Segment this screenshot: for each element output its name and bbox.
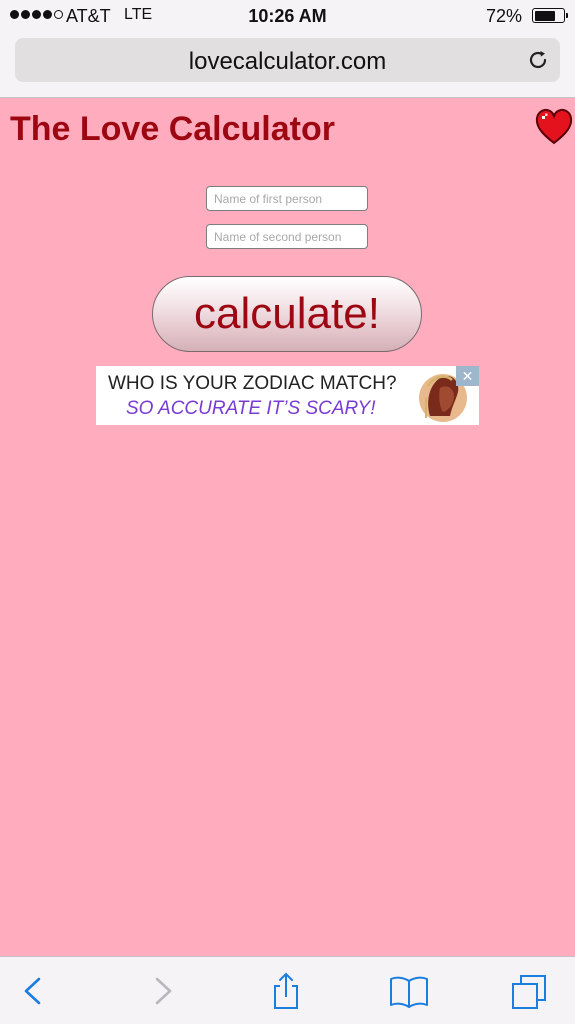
ad-headline: WHO IS YOUR ZODIAC MATCH? — [108, 373, 397, 394]
battery-percent: 72% — [485, 6, 522, 26]
browser-toolbar — [0, 956, 575, 1024]
bookmarks-icon[interactable] — [389, 971, 429, 1011]
share-icon[interactable] — [266, 971, 306, 1011]
forward-icon[interactable] — [142, 971, 182, 1011]
second-person-name-input[interactable] — [206, 224, 368, 249]
page-content: The Love Calculator calculate! WHO IS YO… — [0, 98, 575, 956]
browser-address-area: lovecalculator.com — [0, 32, 575, 98]
ad-close-button[interactable]: ✕ — [456, 366, 479, 386]
first-person-name-input[interactable] — [206, 186, 368, 211]
calculate-button[interactable]: calculate! — [152, 276, 422, 352]
url-text[interactable]: lovecalculator.com — [15, 48, 560, 76]
reload-icon[interactable] — [526, 48, 550, 72]
zodiac-ad-banner[interactable]: WHO IS YOUR ZODIAC MATCH? SO ACCURATE IT… — [96, 366, 479, 425]
address-bar[interactable]: lovecalculator.com — [15, 38, 560, 82]
back-icon[interactable] — [14, 971, 54, 1011]
page-title: The Love Calculator — [10, 110, 335, 148]
heart-icon — [535, 108, 573, 145]
battery-icon — [532, 8, 568, 23]
ad-tagline: SO ACCURATE IT’S SCARY! — [126, 398, 376, 419]
status-bar: AT&T LTE 10:26 AM 72% — [0, 0, 575, 32]
tabs-icon[interactable] — [510, 971, 550, 1011]
